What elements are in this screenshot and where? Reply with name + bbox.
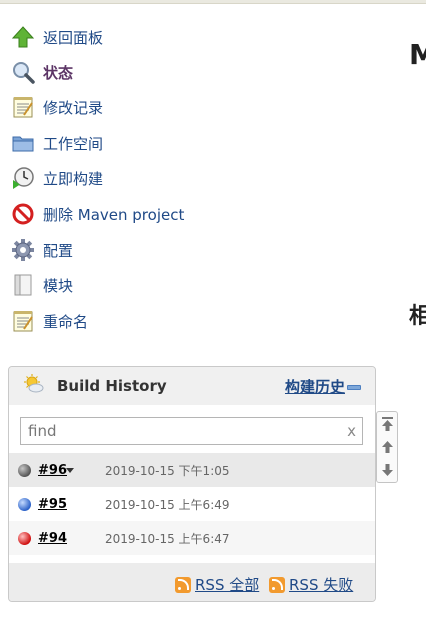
task-label: 立即构建 [43, 169, 104, 188]
build-row[interactable]: #95 2019-10-15 上午6:49 [9, 487, 375, 521]
task-changes[interactable]: 修改记录 [10, 93, 103, 121]
main-heading: M [409, 38, 426, 71]
build-number-link[interactable]: #96 [38, 463, 67, 478]
collapse-icon[interactable] [347, 385, 361, 390]
task-label: 返回面板 [43, 28, 104, 47]
build-history-footer: RSS 全部 RSS 失败 [9, 563, 375, 601]
build-search-input[interactable]: find x [20, 417, 363, 445]
top-divider [0, 0, 426, 4]
clock-play-icon [10, 165, 36, 191]
gear-icon [10, 237, 36, 263]
build-history-body: find x #96 2019-10-15 下午1:05 #95 2019-10… [9, 405, 375, 563]
task-rename[interactable]: 重命名 [10, 307, 88, 335]
task-build-now[interactable]: 立即构建 [10, 164, 103, 192]
task-workspace[interactable]: 工作空间 [10, 129, 103, 157]
build-history-pager [376, 411, 398, 483]
page-first-icon[interactable] [381, 415, 394, 433]
rss-all-label: RSS 全部 [195, 576, 260, 594]
build-timestamp: 2019-10-15 上午6:47 [105, 531, 230, 546]
status-ball-icon [18, 463, 31, 477]
task-configure[interactable]: 配置 [10, 236, 73, 264]
build-timestamp: 2019-10-15 上午6:49 [105, 497, 230, 512]
rss-failed-label: RSS 失败 [289, 576, 354, 594]
build-number-link[interactable]: #95 [38, 497, 67, 512]
task-modules[interactable]: 模块 [10, 271, 73, 299]
clear-search-button[interactable]: x [347, 422, 356, 440]
search-placeholder: find [28, 422, 57, 440]
notepad-icon [10, 94, 36, 120]
build-history-widget: Build History 构建历史 find x #96 2019-10-15… [8, 366, 376, 602]
task-delete-project[interactable]: 删除 Maven project [10, 200, 184, 228]
task-label: 工作空间 [43, 134, 104, 153]
no-entry-icon [10, 201, 36, 227]
task-label: 模块 [43, 276, 74, 295]
weather-icon [23, 373, 45, 399]
build-history-title: Build History [57, 377, 167, 395]
document-icon [10, 272, 36, 298]
task-label: 状态 [43, 63, 74, 82]
section-heading: 相 [409, 304, 426, 329]
magnifier-icon [10, 59, 36, 85]
build-trend-link[interactable]: 构建历史 [285, 376, 345, 397]
status-ball-icon [18, 531, 31, 545]
page-down-icon[interactable] [381, 461, 394, 479]
task-label: 配置 [43, 241, 74, 260]
build-menu-dropdown-icon[interactable] [66, 467, 74, 473]
page-up-icon[interactable] [381, 438, 394, 456]
task-back-to-dashboard[interactable]: 返回面板 [10, 23, 103, 51]
task-status[interactable]: 状态 [10, 58, 73, 86]
rss-icon [269, 576, 285, 593]
status-ball-icon [18, 497, 31, 511]
build-row[interactable]: #96 2019-10-15 下午1:05 [9, 453, 375, 487]
build-timestamp: 2019-10-15 下午1:05 [105, 463, 230, 478]
folder-icon [10, 130, 36, 156]
rss-icon [175, 576, 191, 593]
rss-all-link[interactable]: RSS 全部 [175, 574, 259, 595]
task-label: 重命名 [43, 312, 89, 331]
rss-failed-link[interactable]: RSS 失败 [269, 574, 353, 595]
up-arrow-icon [10, 24, 36, 50]
task-label: 修改记录 [43, 98, 104, 117]
notepad-icon [10, 308, 36, 334]
task-label: 删除 Maven project [43, 205, 185, 224]
build-history-header: Build History 构建历史 [9, 367, 375, 405]
build-row[interactable]: #94 2019-10-15 上午6:47 [9, 521, 375, 555]
build-number-link[interactable]: #94 [38, 531, 67, 546]
